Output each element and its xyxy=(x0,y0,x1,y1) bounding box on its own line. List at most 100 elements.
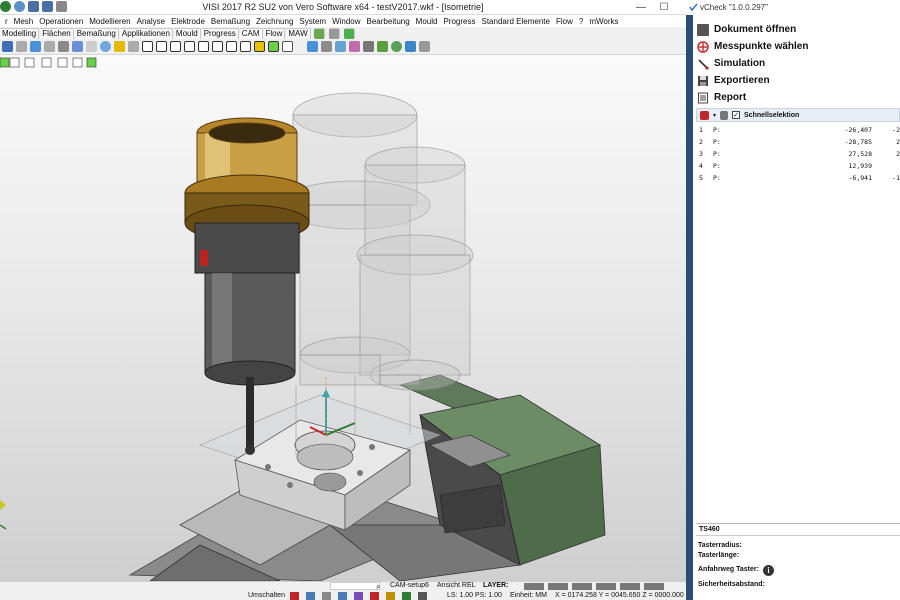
tab-modelling[interactable]: Modelling xyxy=(0,27,40,39)
menu-item-elektrode[interactable]: Elektrode xyxy=(168,17,208,26)
quick-select-checkbox[interactable]: ✓ xyxy=(732,111,741,119)
menu-item-progress[interactable]: Progress xyxy=(440,17,478,26)
dropdown-arrow-icon[interactable]: ▾ xyxy=(713,112,716,119)
view-bottom-icon[interactable] xyxy=(212,41,223,52)
add-point-icon[interactable] xyxy=(700,110,709,120)
sphere-icon[interactable] xyxy=(100,41,111,52)
minimize-button[interactable]: — xyxy=(628,0,654,15)
info-icon[interactable]: i xyxy=(763,565,774,576)
simulation-item[interactable]: Simulation xyxy=(693,55,900,72)
lock-icon[interactable] xyxy=(386,592,395,600)
globe-view-icon[interactable] xyxy=(391,41,402,52)
list-item[interactable]: 5 P: -6,941 -1 xyxy=(696,172,900,184)
tab-bar-icons xyxy=(313,27,356,39)
grid-snap-icon[interactable] xyxy=(306,592,315,600)
rotate-icon[interactable] xyxy=(2,41,13,52)
menu-item-bearbeitung[interactable]: Bearbeitung xyxy=(364,17,413,26)
section-icon[interactable] xyxy=(321,41,332,52)
cube-icon[interactable] xyxy=(343,27,355,39)
list-item[interactable]: 4 P: 12,939 xyxy=(696,160,900,172)
layer-icon[interactable] xyxy=(313,27,325,39)
light-icon[interactable] xyxy=(114,41,125,52)
export-item[interactable]: Exportieren xyxy=(693,72,900,89)
menu-item-mould[interactable]: Mould xyxy=(413,17,441,26)
menu-item-system[interactable]: System xyxy=(296,17,329,26)
menu-item-mesh[interactable]: Mesh xyxy=(11,17,37,26)
zoom-icon[interactable] xyxy=(30,41,41,52)
grid-icon[interactable] xyxy=(328,27,340,39)
tab-flaechen[interactable]: Flächen xyxy=(40,27,74,39)
list-item[interactable]: 3 P: 27,528 2 xyxy=(696,148,900,160)
menu-item-modellieren[interactable]: Modellieren xyxy=(86,17,133,26)
grid-toggle-icon[interactable] xyxy=(418,592,427,600)
save-icon xyxy=(698,75,708,86)
command-input[interactable] xyxy=(330,582,380,590)
fit-view-icon[interactable] xyxy=(282,41,293,52)
probe-name[interactable]: TS460 xyxy=(696,524,900,536)
tab-mould[interactable]: Mould xyxy=(173,27,201,39)
tab-cam[interactable]: CAM xyxy=(239,27,263,39)
tab-applikationen[interactable]: Applikationen xyxy=(119,27,173,39)
menu-item-flow[interactable]: Flow xyxy=(553,17,576,26)
shaded-icon[interactable] xyxy=(72,41,83,52)
cad-scene xyxy=(0,57,606,581)
menu-item-window[interactable]: Window xyxy=(329,17,363,26)
switch-button[interactable]: Umschalten xyxy=(248,592,285,599)
view-back-icon[interactable] xyxy=(198,41,209,52)
view-green-icon[interactable] xyxy=(268,41,279,52)
zoom-window-icon[interactable] xyxy=(44,41,55,52)
image-icon[interactable] xyxy=(405,41,416,52)
chart-icon[interactable] xyxy=(377,41,388,52)
delete-icon[interactable] xyxy=(720,110,729,120)
tab-bemassung[interactable]: Bemaßung xyxy=(74,27,119,39)
coordinates-label: X = 0174.258 Y = 0045.650 Z = 0000.000 xyxy=(555,592,684,599)
cylinder-icon[interactable] xyxy=(128,41,139,52)
view-top-icon[interactable] xyxy=(142,41,153,52)
view-right-icon[interactable] xyxy=(170,41,181,52)
hidden-line-icon[interactable] xyxy=(86,41,97,52)
sketch-icon[interactable] xyxy=(307,41,318,52)
view-label[interactable]: Ansicht REL xyxy=(437,582,476,589)
3d-viewport[interactable] xyxy=(0,55,686,581)
tools-icon[interactable] xyxy=(419,41,430,52)
tab-maw[interactable]: MAW xyxy=(286,27,311,39)
report-item[interactable]: Report xyxy=(693,89,900,106)
tab-flow[interactable]: Flow xyxy=(263,27,286,39)
calculator-icon[interactable] xyxy=(363,41,374,52)
maximize-button[interactable]: ☐ xyxy=(654,0,674,15)
points-list[interactable]: 1 P: -26,407 -2 2 P: -28,785 2 3 P: 27,5… xyxy=(696,124,900,184)
polar-icon[interactable] xyxy=(338,592,347,600)
view-iso2-icon[interactable] xyxy=(240,41,251,52)
list-item[interactable]: 1 P: -26,407 -2 xyxy=(696,124,900,136)
open-document-item[interactable]: Dokument öffnen xyxy=(693,21,900,38)
menu-item-help[interactable]: ? xyxy=(576,17,586,26)
cam-setup-label[interactable]: CAM-setup6 xyxy=(390,582,429,589)
record-icon[interactable] xyxy=(370,592,379,600)
vcheck-logo-icon xyxy=(689,3,698,12)
view-iso-icon[interactable] xyxy=(226,41,237,52)
view-yellow-icon[interactable] xyxy=(254,41,265,52)
view-front-icon[interactable] xyxy=(156,41,167,52)
pan-icon[interactable] xyxy=(16,41,27,52)
menu-item-analyse[interactable]: Analyse xyxy=(134,17,168,26)
wireframe-icon[interactable] xyxy=(58,41,69,52)
menu-item-operationen[interactable]: Operationen xyxy=(36,17,86,26)
menu-item-bemassung[interactable]: Bemaßung xyxy=(208,17,253,26)
palette-icon[interactable] xyxy=(349,41,360,52)
wcs-icon[interactable] xyxy=(354,592,363,600)
menu-item-zeichnung[interactable]: Zeichnung xyxy=(253,17,296,26)
export-label: Exportieren xyxy=(714,75,770,86)
ortho-icon[interactable] xyxy=(322,592,331,600)
refresh-icon[interactable] xyxy=(402,592,411,600)
select-points-item[interactable]: Messpunkte wählen xyxy=(693,38,900,55)
menu-item[interactable]: r xyxy=(2,17,11,26)
snap-icon[interactable] xyxy=(290,592,299,600)
menu-item-mworks[interactable]: mWorks xyxy=(586,17,621,26)
tab-progress[interactable]: Progress xyxy=(201,27,239,39)
probe-properties: TS460 Tasterradius: Tasterlänge: Anfahrw… xyxy=(696,523,900,600)
menu-item-standard-elemente[interactable]: Standard Elemente xyxy=(478,17,553,26)
measure-icon[interactable] xyxy=(335,41,346,52)
list-item[interactable]: 2 P: -28,785 2 xyxy=(696,136,900,148)
view-left-icon[interactable] xyxy=(184,41,195,52)
layer-label[interactable]: LAYER: xyxy=(483,582,508,589)
